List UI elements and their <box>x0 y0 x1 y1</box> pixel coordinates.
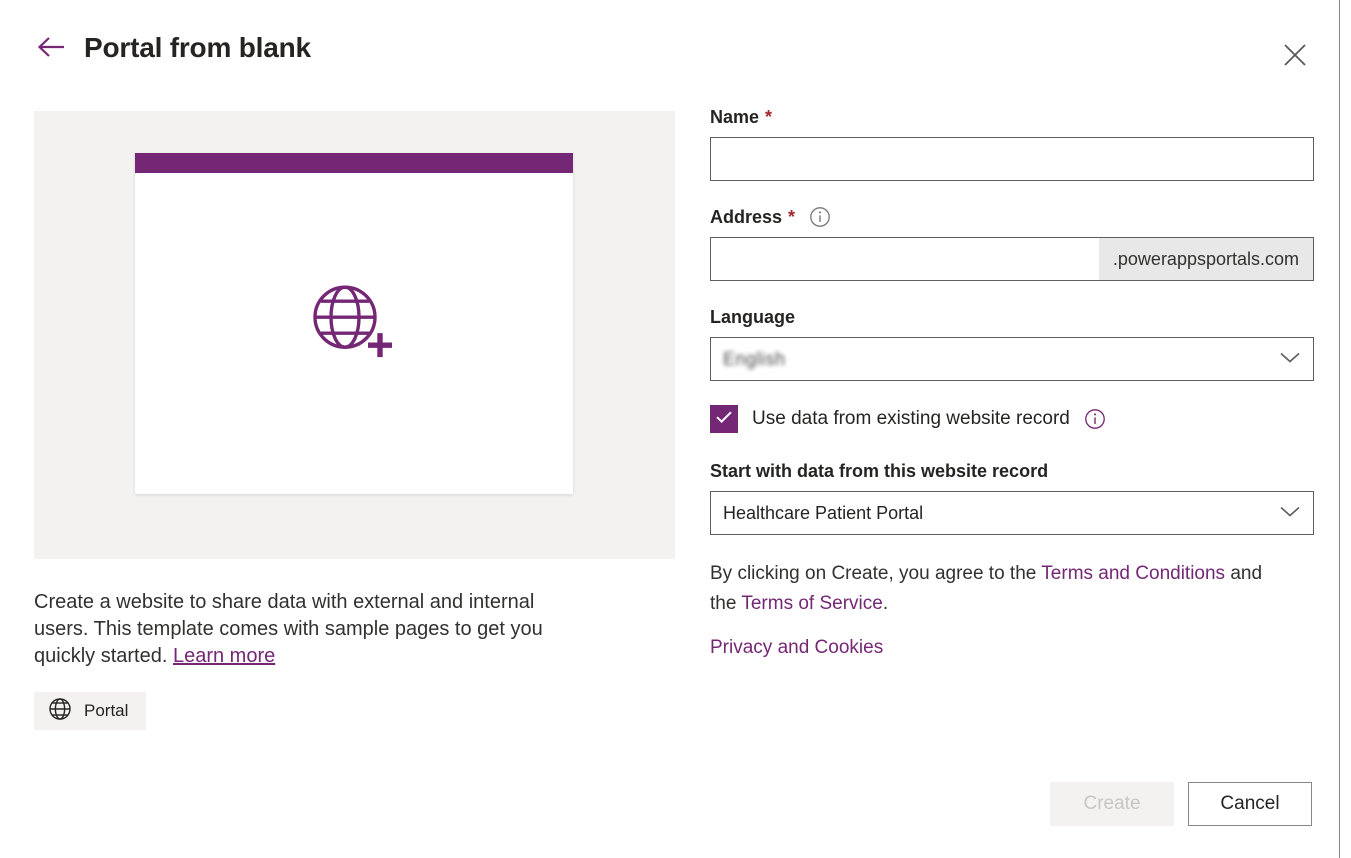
info-icon[interactable] <box>1084 408 1106 430</box>
language-value: English <box>723 348 786 369</box>
checkmark-icon <box>715 410 733 429</box>
description-text: Create a website to share data with exte… <box>34 591 543 667</box>
address-input[interactable] <box>711 238 1099 280</box>
legal-text-3: . <box>882 593 889 614</box>
page-title: Portal from blank <box>84 32 311 63</box>
address-input-group: .powerappsportals.com <box>710 237 1314 281</box>
name-label: Name * <box>710 105 1314 129</box>
website-record-dropdown[interactable]: Healthcare Patient Portal <box>710 491 1314 535</box>
legal-text-1: By clicking on Create, you agree to the <box>710 563 1042 584</box>
legal-text: By clicking on Create, you agree to the … <box>710 559 1290 619</box>
field-website-record: Start with data from this website record… <box>710 459 1314 535</box>
language-dropdown[interactable]: English <box>710 337 1314 381</box>
dialog-header: Portal from blank <box>0 0 1339 96</box>
template-description: Create a website to share data with exte… <box>34 589 594 670</box>
portal-settings-form: Name * Address * .powerappsportals.com L… <box>710 105 1314 659</box>
close-icon <box>1282 42 1308 71</box>
globe-add-icon <box>312 284 396 367</box>
dialog-footer: Create Cancel <box>1050 782 1312 826</box>
chevron-down-icon <box>1279 349 1301 370</box>
name-label-text: Name <box>710 107 760 127</box>
address-suffix: .powerappsportals.com <box>1098 238 1313 280</box>
language-label: Language <box>710 305 1314 329</box>
website-record-label-text: Start with data from this website record <box>710 461 1049 481</box>
address-label-text: Address <box>710 207 783 227</box>
arrow-left-icon <box>37 36 67 61</box>
chevron-down-icon <box>1279 503 1301 524</box>
language-label-text: Language <box>710 307 796 327</box>
field-address: Address * .powerappsportals.com <box>710 205 1314 281</box>
website-record-value: Healthcare Patient Portal <box>723 502 924 523</box>
template-preview-column: Create a website to share data with exte… <box>34 111 675 730</box>
terms-and-conditions-link[interactable]: Terms and Conditions <box>1041 563 1225 584</box>
template-preview-image <box>34 111 675 559</box>
preview-topbar <box>135 153 573 173</box>
preview-card <box>135 153 573 494</box>
portal-creation-dialog: Portal from blank Create a website to sh… <box>0 0 1340 858</box>
field-language: Language English <box>710 305 1314 381</box>
create-button[interactable]: Create <box>1050 782 1174 826</box>
info-icon[interactable] <box>809 206 831 228</box>
required-asterisk: * <box>765 107 773 127</box>
website-record-label: Start with data from this website record <box>710 459 1314 483</box>
cancel-button[interactable]: Cancel <box>1188 782 1312 826</box>
globe-icon <box>48 697 72 726</box>
use-existing-record-row[interactable]: Use data from existing website record <box>710 405 1314 433</box>
back-button[interactable] <box>32 30 72 66</box>
use-existing-record-checkbox[interactable] <box>710 405 738 433</box>
close-button[interactable] <box>1275 36 1315 76</box>
template-tag-label: Portal <box>84 701 129 720</box>
use-existing-record-label: Use data from existing website record <box>752 408 1070 429</box>
name-input[interactable] <box>710 137 1314 181</box>
required-asterisk: * <box>788 207 796 227</box>
privacy-and-cookies-link[interactable]: Privacy and Cookies <box>710 637 883 659</box>
field-name: Name * <box>710 105 1314 181</box>
template-tag-portal: Portal <box>34 692 147 730</box>
learn-more-link[interactable]: Learn more <box>173 645 275 667</box>
address-label: Address * <box>710 205 1314 229</box>
terms-of-service-link[interactable]: Terms of Service <box>741 593 882 614</box>
